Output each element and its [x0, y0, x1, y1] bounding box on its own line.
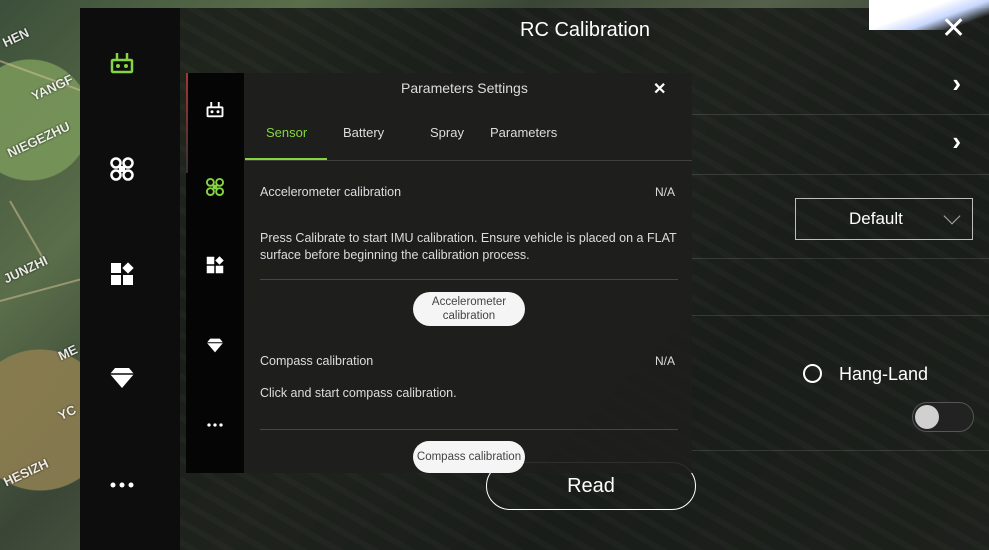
button-label-line: Accelerometer: [431, 296, 507, 308]
accelerometer-calibration-label: Accelerometer calibration: [260, 185, 402, 199]
rail-accent-line: [186, 73, 188, 173]
hang-land-radio[interactable]: [803, 364, 822, 383]
chevron-right-icon[interactable]: ›: [952, 126, 961, 157]
tab-divider: [245, 160, 692, 161]
tab-spray[interactable]: Spray: [430, 125, 464, 140]
section-divider: [260, 429, 678, 430]
dropdown-value: Default: [849, 209, 903, 228]
more-icon[interactable]: [203, 413, 227, 437]
compass-calibration-label: Compass calibration: [260, 354, 374, 368]
map-label: ME: [55, 341, 80, 364]
accelerometer-calibration-button[interactable]: Accelerometer calibration: [413, 292, 525, 326]
close-icon[interactable]: ✕: [941, 14, 966, 44]
mode-dropdown[interactable]: Default: [795, 198, 973, 240]
row-divider: [690, 258, 989, 259]
button-label-line: calibration: [442, 310, 496, 322]
apps-icon[interactable]: [203, 253, 227, 277]
map-label: NIEGEZHU: [4, 118, 73, 161]
modal-sidebar: [186, 73, 244, 473]
map-label: YC: [55, 401, 79, 424]
row-divider: [690, 315, 989, 316]
drone-icon[interactable]: [107, 154, 137, 184]
toggle-knob: [915, 405, 939, 429]
map-label: HEN: [0, 24, 32, 51]
row-divider: [690, 174, 989, 175]
close-icon[interactable]: ✕: [653, 79, 666, 99]
more-icon[interactable]: [107, 470, 137, 500]
tab-parameters[interactable]: Parameters: [490, 125, 557, 140]
page-title: RC Calibration: [520, 19, 651, 41]
modal-tab-bar: Sensor Battery Spray Parameters: [245, 121, 692, 161]
parameters-settings-modal: Parameters Settings ✕ Sensor Battery Spr…: [186, 73, 692, 473]
diamond-icon[interactable]: [107, 363, 137, 393]
compass-calibration-button[interactable]: Compass calibration: [413, 441, 525, 473]
compass-description: Click and start compass calibration.: [260, 386, 457, 400]
hang-land-toggle[interactable]: [912, 402, 974, 432]
map-label: HESIZH: [1, 455, 51, 490]
drone-icon[interactable]: [203, 175, 227, 199]
diamond-icon[interactable]: [203, 333, 227, 357]
tab-sensor[interactable]: Sensor: [266, 125, 307, 140]
modal-title: Parameters Settings: [401, 80, 528, 96]
left-sidebar: [80, 8, 180, 550]
accelerometer-status: N/A: [655, 185, 676, 199]
chevron-right-icon[interactable]: ›: [952, 68, 961, 99]
row-divider: [690, 114, 989, 115]
rc-controller-icon[interactable]: [203, 97, 227, 121]
corner-graphic: [869, 0, 989, 30]
chevron-down-icon: [943, 207, 961, 225]
apps-icon[interactable]: [107, 259, 137, 289]
hang-land-label: Hang-Land: [839, 364, 929, 384]
map-label: JUNZHI: [1, 252, 50, 287]
row-divider: [690, 450, 989, 451]
section-divider: [260, 279, 678, 280]
rc-controller-icon[interactable]: [107, 48, 137, 78]
compass-status: N/A: [655, 354, 676, 368]
tab-battery[interactable]: Battery: [343, 125, 384, 140]
map-label: YANGF: [28, 71, 76, 104]
accelerometer-description: Press Calibrate to start IMU calibration…: [260, 231, 677, 262]
